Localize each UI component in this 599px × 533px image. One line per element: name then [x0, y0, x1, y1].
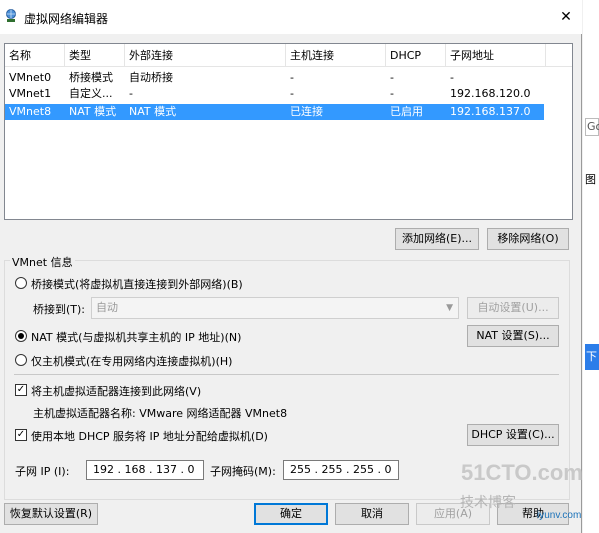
- dhcp-settings-button[interactable]: DHCP 设置(C)...: [467, 424, 559, 446]
- vmnet-info-label: VMnet 信息: [10, 254, 75, 270]
- bridged-to-value: 自动: [96, 301, 118, 314]
- add-network-button[interactable]: 添加网络(E)...: [395, 228, 479, 250]
- cell-host: 已连接: [290, 105, 323, 118]
- cell-subnet: -: [450, 71, 454, 84]
- background-page-strip: [583, 0, 599, 533]
- chevron-down-icon: ▼: [446, 303, 453, 313]
- divider: [14, 374, 559, 375]
- window-title: 虚拟网络编辑器: [24, 12, 109, 26]
- bridged-mode-label[interactable]: 桥接模式(将虚拟机直接连接到外部网络)(B): [31, 276, 243, 292]
- virtual-network-editor-window: 虚拟网络编辑器 ✕ 名称 类型 外部连接 主机连接 DHCP 子网地址 VMne…: [0, 0, 582, 533]
- cell-host: -: [290, 87, 294, 100]
- network-globe-icon: [6, 9, 16, 22]
- nat-settings-button[interactable]: NAT 设置(S)...: [467, 325, 559, 347]
- cell-type: 桥接模式: [69, 71, 113, 84]
- network-row-vmnet1[interactable]: VMnet1 自定义... - - - 192.168.120.0: [5, 86, 572, 102]
- cell-dhcp: 已启用: [390, 105, 423, 118]
- bridged-to-label: 桥接到(T):: [33, 303, 86, 316]
- column-header-host[interactable]: 主机连接: [286, 44, 386, 67]
- bridged-mode-radio[interactable]: [15, 277, 27, 289]
- cell-type: NAT 模式: [69, 105, 117, 118]
- host-only-mode-radio[interactable]: [15, 354, 27, 366]
- subnet-ip-input[interactable]: 192 . 168 . 137 . 0: [86, 460, 204, 480]
- use-dhcp-label[interactable]: 使用本地 DHCP 服务将 IP 地址分配给虚拟机(D): [31, 428, 268, 444]
- subnet-mask-input[interactable]: 255 . 255 . 255 . 0: [283, 460, 399, 480]
- column-header-dhcp[interactable]: DHCP: [386, 44, 446, 67]
- cell-subnet: 192.168.137.0: [450, 105, 531, 118]
- watermark-51cto: 51CTO.com: [461, 460, 583, 485]
- cell-external: NAT 模式: [129, 105, 177, 118]
- nat-mode-radio[interactable]: [15, 330, 27, 342]
- cell-dhcp: -: [390, 87, 394, 100]
- host-only-mode-label[interactable]: 仅主机模式(在专用网络内连接虚拟机)(H): [31, 353, 232, 369]
- connect-adapter-checkbox[interactable]: ✓: [15, 384, 27, 396]
- column-header-external[interactable]: 外部连接: [125, 44, 286, 67]
- cell-subnet: 192.168.120.0: [450, 87, 531, 100]
- cancel-button[interactable]: 取消: [335, 503, 409, 525]
- watermark-iyunv: iyunv.com: [537, 510, 582, 521]
- auto-settings-button[interactable]: 自动设置(U)...: [467, 297, 559, 319]
- background-tu-fragment: 图: [585, 173, 596, 186]
- remove-network-button[interactable]: 移除网络(O): [487, 228, 569, 250]
- close-button[interactable]: ✕: [555, 8, 577, 26]
- cell-name: VMnet0: [9, 71, 52, 84]
- list-header: 名称 类型 外部连接 主机连接 DHCP 子网地址: [5, 44, 572, 67]
- background-blue-fragment: 下: [585, 344, 599, 370]
- cell-dhcp: -: [390, 71, 394, 84]
- network-row-vmnet0[interactable]: VMnet0 桥接模式 自动桥接 - - -: [5, 70, 572, 86]
- network-row-vmnet8[interactable]: VMnet8 NAT 模式 NAT 模式 已连接 已启用 192.168.137…: [5, 104, 544, 120]
- background-go-fragment: Go: [585, 118, 599, 136]
- ok-button[interactable]: 确定: [254, 503, 328, 525]
- cell-host: -: [290, 71, 294, 84]
- restore-defaults-button[interactable]: 恢复默认设置(R): [4, 503, 98, 525]
- bridged-to-select[interactable]: 自动 ▼: [91, 297, 459, 319]
- subnet-mask-label: 子网掩码(M):: [210, 465, 276, 478]
- subnet-ip-label: 子网 IP (I):: [15, 465, 70, 478]
- column-header-type[interactable]: 类型: [65, 44, 125, 67]
- cell-name: VMnet1: [9, 87, 52, 100]
- column-header-subnet[interactable]: 子网地址: [446, 44, 546, 67]
- cell-external: -: [129, 87, 133, 100]
- cell-name: VMnet8: [9, 105, 52, 118]
- cell-type: 自定义...: [69, 87, 113, 100]
- column-header-name[interactable]: 名称: [5, 44, 65, 67]
- watermark-blog: 技术博客: [460, 494, 516, 510]
- connect-adapter-label[interactable]: 将主机虚拟适配器连接到此网络(V): [31, 383, 201, 399]
- nat-mode-label[interactable]: NAT 模式(与虚拟机共享主机的 IP 地址)(N): [31, 329, 241, 345]
- network-list[interactable]: 名称 类型 外部连接 主机连接 DHCP 子网地址 VMnet0 桥接模式 自动…: [4, 43, 573, 220]
- title-bar: 虚拟网络编辑器 ✕: [0, 0, 582, 34]
- use-dhcp-checkbox[interactable]: ✓: [15, 429, 27, 441]
- cell-external: 自动桥接: [129, 71, 173, 84]
- adapter-name-text: 主机虚拟适配器名称: VMware 网络适配器 VMnet8: [33, 407, 288, 420]
